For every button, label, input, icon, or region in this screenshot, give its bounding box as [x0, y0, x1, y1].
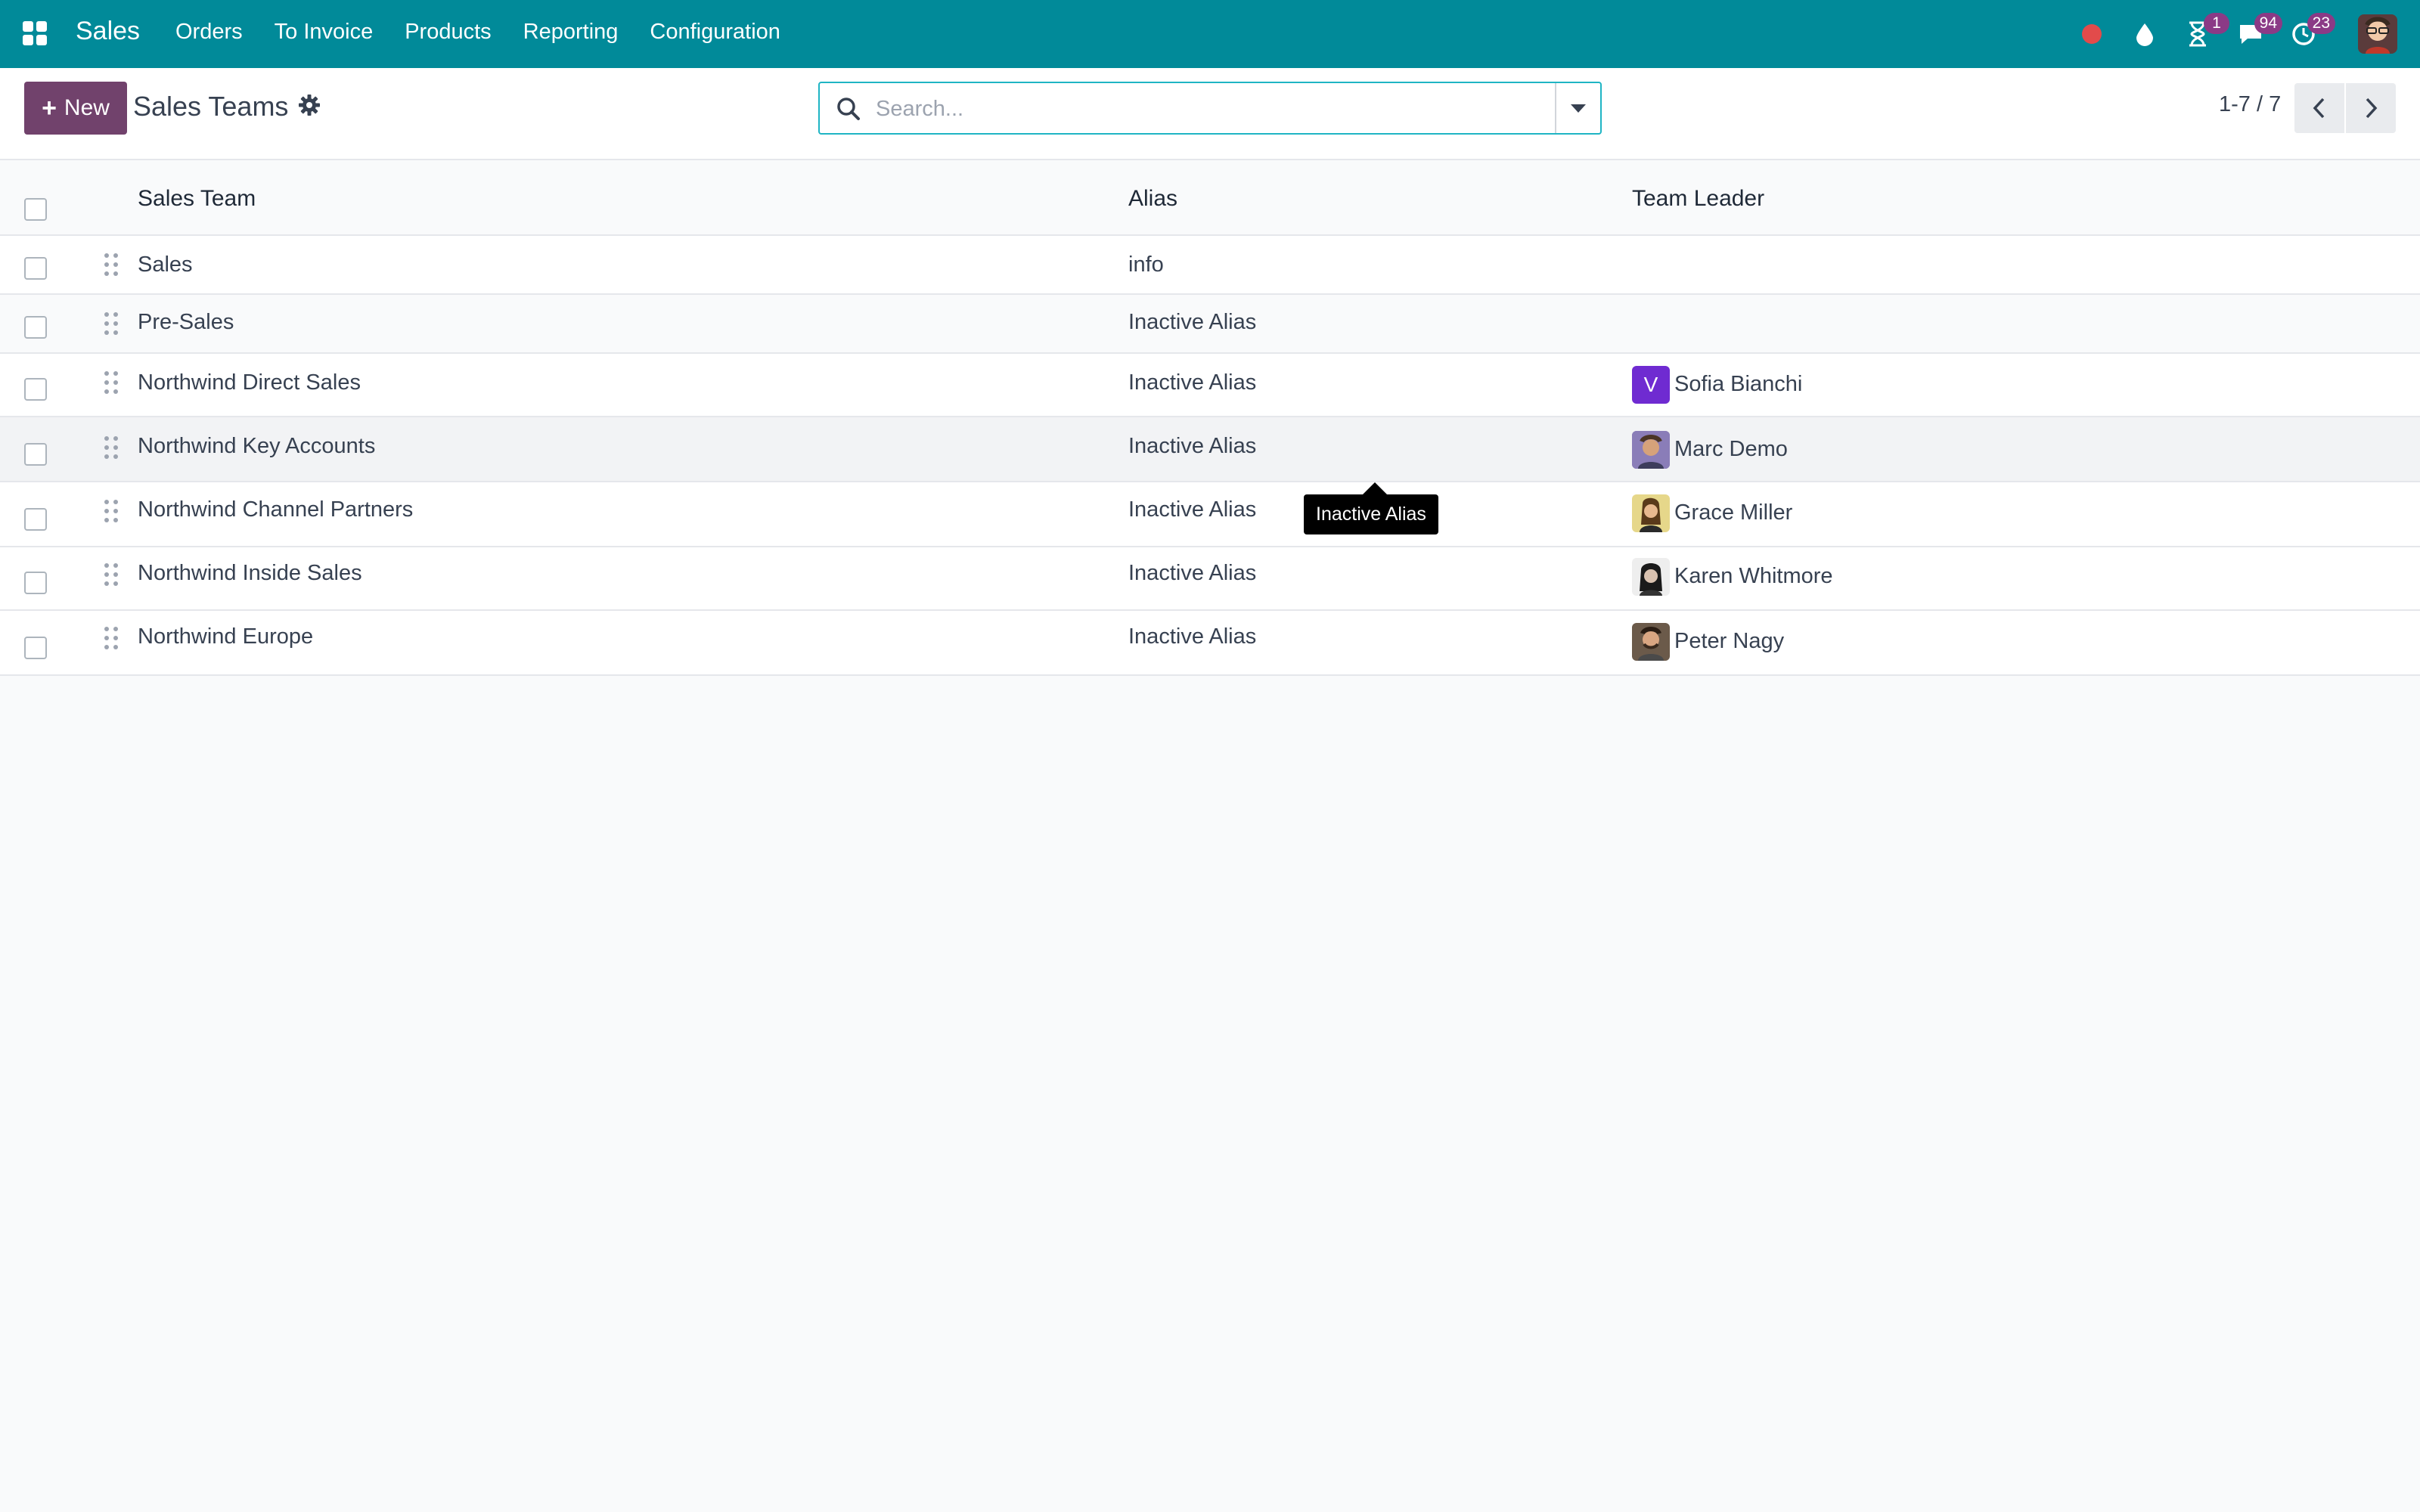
timer-count-badge: 23: [2307, 13, 2335, 34]
drag-handle-icon[interactable]: [103, 562, 119, 587]
cell-sales-team: Pre-Sales: [138, 310, 234, 334]
team-leader-avatar[interactable]: [1632, 558, 1670, 596]
activities-hourglass-icon[interactable]: 1: [2181, 13, 2229, 51]
table-row[interactable]: Northwind Direct Sales Inactive Alias V …: [0, 354, 2420, 417]
app-name[interactable]: Sales: [76, 17, 140, 46]
table-row[interactable]: Northwind Channel Partners Inactive Alia…: [0, 482, 2420, 547]
cell-team-leader: Grace Miller: [1674, 500, 1793, 525]
tooltip-arrow: [1363, 482, 1387, 494]
search-icon: [835, 95, 862, 122]
main-menu: Orders To Invoice Products Reporting Con…: [175, 20, 812, 45]
drop-icon[interactable]: [2128, 17, 2161, 51]
cell-alias: Inactive Alias: [1128, 624, 1257, 649]
pager-value[interactable]: 1-7 / 7: [2219, 92, 2281, 117]
team-leader-avatar[interactable]: V: [1632, 366, 1670, 404]
drag-handle-icon[interactable]: [103, 370, 119, 395]
cell-alias: Inactive Alias: [1128, 370, 1257, 395]
menu-item-reporting[interactable]: Reporting: [523, 20, 619, 45]
timer-icon[interactable]: 23: [2287, 13, 2335, 51]
column-header-alias[interactable]: Alias: [1128, 186, 1177, 212]
cell-sales-team: Northwind Direct Sales: [138, 370, 361, 395]
table-row[interactable]: Sales info: [0, 236, 2420, 295]
top-navbar: Sales Orders To Invoice Products Reporti…: [0, 0, 2420, 68]
row-checkbox[interactable]: [24, 378, 47, 401]
cell-sales-team: Sales: [138, 253, 193, 277]
menu-item-products[interactable]: Products: [405, 20, 491, 45]
row-checkbox[interactable]: [24, 316, 47, 339]
cell-sales-team: Northwind Europe: [138, 624, 314, 649]
cell-team-leader: Karen Whitmore: [1674, 564, 1833, 588]
row-checkbox[interactable]: [24, 572, 47, 594]
messages-count-badge: 94: [2254, 13, 2282, 34]
messages-chat-icon[interactable]: 94: [2234, 13, 2282, 51]
table-row[interactable]: Pre-Sales Inactive Alias: [0, 295, 2420, 354]
control-panel: + New Sales Teams 1-7 / 7: [0, 68, 2420, 160]
row-checkbox[interactable]: [24, 257, 47, 280]
systray: 1 94 23: [2055, 0, 2397, 68]
row-checkbox[interactable]: [24, 443, 47, 466]
cell-sales-team: Northwind Inside Sales: [138, 561, 362, 585]
cell-team-leader: Sofia Bianchi: [1674, 372, 1803, 396]
drag-handle-icon[interactable]: [103, 626, 119, 650]
team-leader-avatar[interactable]: [1632, 623, 1670, 661]
row-checkbox[interactable]: [24, 508, 47, 531]
cell-alias: Inactive Alias: [1128, 561, 1257, 585]
plus-icon: +: [42, 93, 57, 122]
drag-handle-icon[interactable]: [103, 499, 119, 523]
search-box: [818, 82, 1602, 135]
table-row[interactable]: Northwind Key Accounts Inactive Alias Ma…: [0, 417, 2420, 482]
cell-alias: Inactive Alias: [1128, 434, 1257, 458]
cell-team-leader: Marc Demo: [1674, 437, 1788, 461]
select-all-checkbox[interactable]: [24, 198, 47, 221]
chevron-right-icon: [2366, 98, 2378, 119]
search-input[interactable]: [876, 92, 1526, 125]
table-row[interactable]: Northwind Europe Inactive Alias Peter Na…: [0, 611, 2420, 676]
cell-sales-team: Northwind Key Accounts: [138, 434, 376, 458]
pager-previous-button[interactable]: [2294, 83, 2344, 133]
user-avatar[interactable]: [2358, 14, 2397, 54]
cell-team-leader: Peter Nagy: [1674, 629, 1785, 653]
tooltip: Inactive Alias: [1304, 494, 1438, 534]
page-title: Sales Teams: [133, 91, 289, 122]
menu-item-orders[interactable]: Orders: [175, 20, 243, 45]
gear-icon[interactable]: [298, 94, 321, 116]
new-button-label: New: [64, 95, 110, 120]
team-leader-avatar[interactable]: [1632, 494, 1670, 532]
caret-down-icon: [1571, 104, 1586, 113]
cell-alias: Inactive Alias: [1128, 497, 1257, 522]
cell-alias: Inactive Alias: [1128, 310, 1257, 334]
chevron-left-icon: [2313, 98, 2325, 119]
activities-count-badge: 1: [2204, 13, 2229, 34]
drag-handle-icon[interactable]: [103, 311, 119, 336]
row-checkbox[interactable]: [24, 637, 47, 659]
pager-next-button[interactable]: [2346, 83, 2396, 133]
menu-item-configuration[interactable]: Configuration: [650, 20, 780, 45]
apps-menu-icon[interactable]: [23, 21, 47, 45]
new-button[interactable]: + New: [24, 82, 127, 135]
cell-sales-team: Northwind Channel Partners: [138, 497, 414, 522]
search-options-toggle[interactable]: [1555, 83, 1600, 133]
menu-item-to-invoice[interactable]: To Invoice: [275, 20, 374, 45]
cell-alias: info: [1128, 253, 1164, 277]
recording-indicator-icon[interactable]: [2075, 17, 2108, 51]
team-leader-avatar[interactable]: [1632, 431, 1670, 469]
list-header: Sales Team Alias Team Leader: [0, 160, 2420, 236]
table-row[interactable]: Northwind Inside Sales Inactive Alias Ka…: [0, 547, 2420, 611]
drag-handle-icon[interactable]: [103, 435, 119, 460]
drag-handle-icon[interactable]: [103, 253, 119, 277]
column-header-sales-team[interactable]: Sales Team: [138, 186, 256, 212]
column-header-team-leader[interactable]: Team Leader: [1632, 186, 1764, 212]
